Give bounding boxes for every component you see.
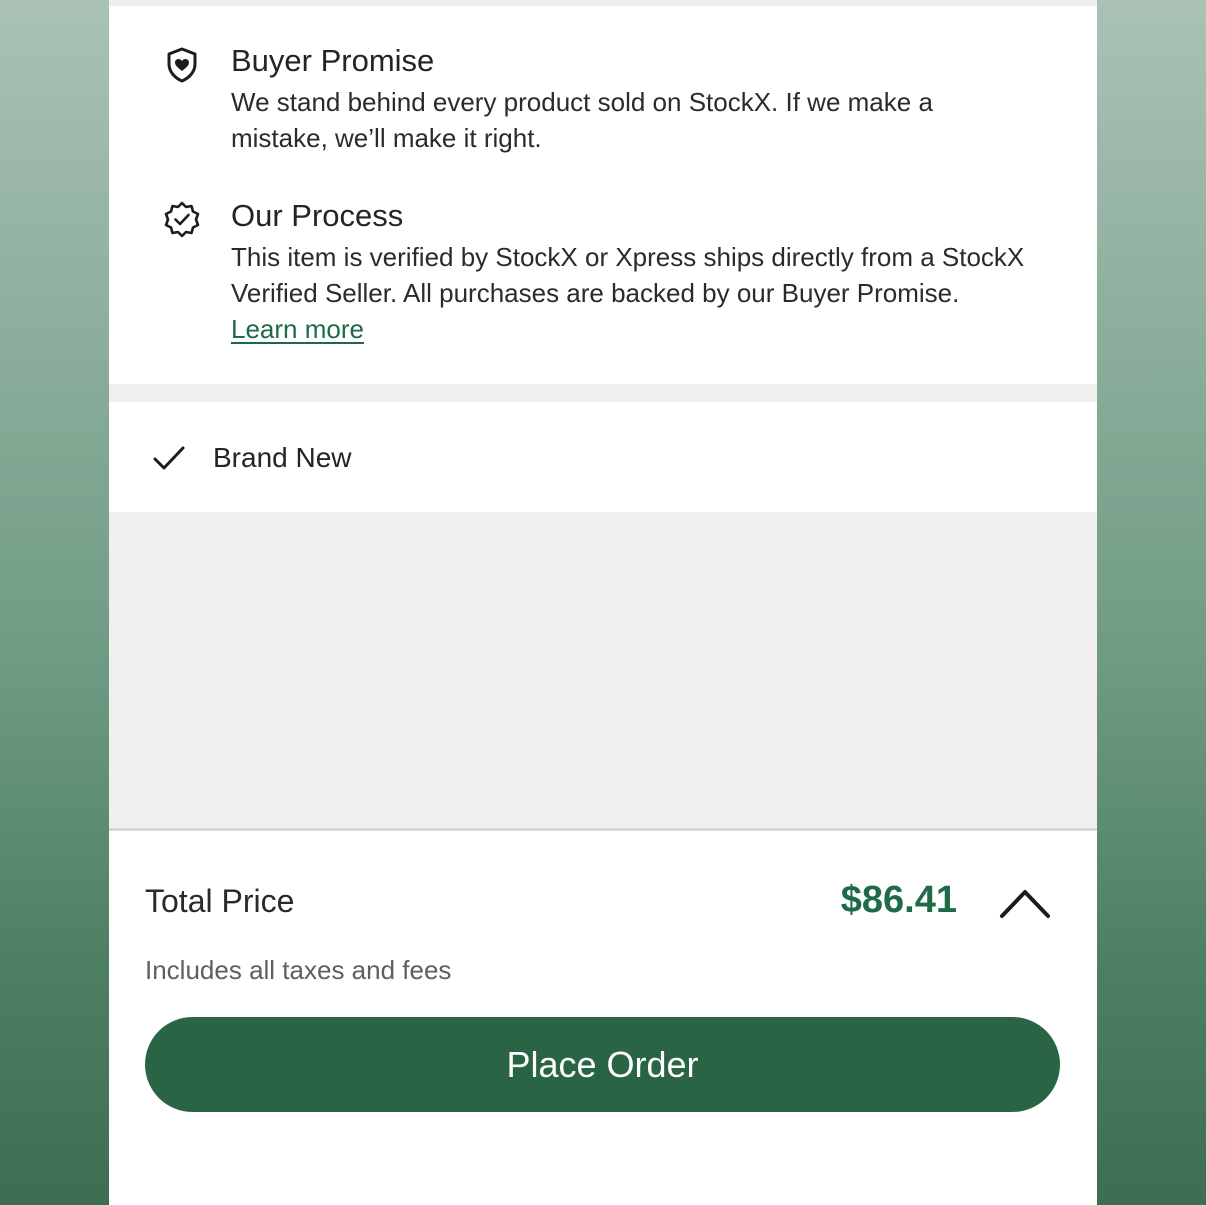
total-price-label: Total Price (145, 883, 295, 919)
order-footer: Total Price $86.41 Includes all taxes an… (109, 828, 1097, 1205)
condition-row: Brand New (109, 402, 1097, 512)
section-divider (109, 384, 1097, 402)
taxes-note: Includes all taxes and fees (145, 955, 452, 985)
chevron-up-icon[interactable] (997, 883, 1053, 923)
our-process-title: Our Process (231, 198, 404, 233)
our-process-body: This item is verified by StockX or Xpres… (231, 242, 1025, 308)
place-order-button[interactable]: Place Order (145, 1017, 1060, 1112)
content-spacer (109, 512, 1097, 828)
learn-more-link[interactable]: Learn more (231, 314, 364, 344)
buyer-promise-text: We stand behind every product sold on St… (231, 87, 933, 153)
verified-badge-icon (163, 201, 201, 239)
checkout-screen: Buyer Promise We stand behind every prod… (109, 0, 1097, 1205)
assurance-section: Buyer Promise We stand behind every prod… (109, 6, 1097, 384)
condition-label: Brand New (213, 442, 352, 473)
checkmark-icon (151, 440, 187, 476)
total-price-value: $86.41 (840, 879, 957, 921)
our-process-text: This item is verified by StockX or Xpres… (231, 239, 1031, 347)
shield-heart-icon (163, 46, 201, 84)
buyer-promise-title: Buyer Promise (231, 43, 435, 78)
